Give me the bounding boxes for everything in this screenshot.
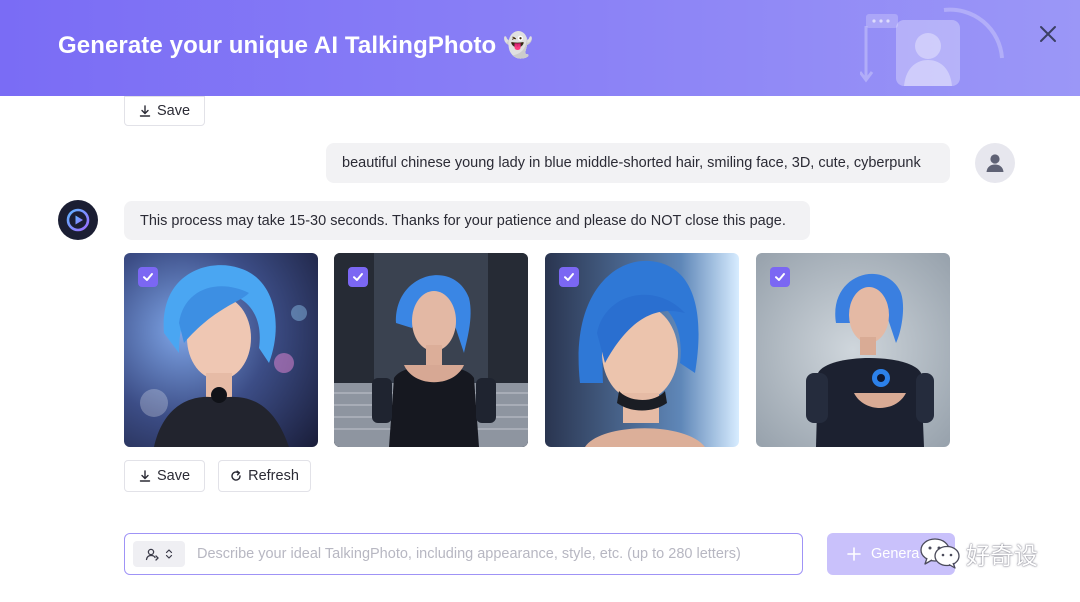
modal-title: Generate your unique AI TalkingPhoto 👻 bbox=[58, 32, 534, 59]
refresh-icon bbox=[231, 470, 241, 481]
selected-checkbox[interactable] bbox=[138, 267, 158, 287]
mode-selector[interactable] bbox=[133, 541, 185, 567]
plus-icon bbox=[847, 547, 861, 561]
save-button-previous[interactable]: Save bbox=[124, 96, 205, 126]
modal-header: Generate your unique AI TalkingPhoto 👻 bbox=[0, 0, 1080, 96]
download-icon bbox=[139, 470, 151, 482]
watermark-text: 好奇设 bbox=[966, 541, 1038, 570]
download-icon bbox=[139, 105, 151, 117]
generate-label: Genera bbox=[871, 546, 920, 562]
prompt-input[interactable] bbox=[197, 546, 787, 562]
save-button[interactable]: Save bbox=[124, 460, 205, 492]
selected-checkbox[interactable] bbox=[348, 267, 368, 287]
prompt-composer bbox=[124, 533, 803, 575]
user-avatar bbox=[975, 143, 1015, 183]
selected-checkbox[interactable] bbox=[770, 267, 790, 287]
wechat-icon bbox=[920, 538, 960, 569]
result-image-3[interactable] bbox=[545, 253, 739, 447]
user-prompt-text: beautiful chinese young lady in blue mid… bbox=[342, 155, 921, 171]
check-icon bbox=[564, 273, 574, 281]
user-icon bbox=[986, 154, 1004, 172]
save-label: Save bbox=[156, 468, 191, 484]
close-icon bbox=[1040, 26, 1056, 42]
refresh-label: Refresh bbox=[248, 468, 299, 484]
user-message-bubble: beautiful chinese young lady in blue mid… bbox=[326, 143, 950, 183]
result-image-4[interactable] bbox=[756, 253, 950, 447]
save-label: Save bbox=[156, 103, 191, 119]
bot-message-text: This process may take 15-30 seconds. Tha… bbox=[140, 212, 786, 229]
bot-message-bubble: This process may take 15-30 seconds. Tha… bbox=[124, 201, 810, 240]
face-scan-icon bbox=[145, 548, 159, 561]
result-image-2[interactable] bbox=[334, 253, 528, 447]
close-button[interactable] bbox=[1034, 20, 1062, 48]
chevron-up-down-icon bbox=[165, 549, 173, 559]
selected-checkbox[interactable] bbox=[559, 267, 579, 287]
talking-photo-illustration-icon bbox=[860, 7, 1004, 86]
check-icon bbox=[143, 273, 153, 281]
bot-avatar bbox=[58, 200, 98, 240]
refresh-button[interactable]: Refresh bbox=[218, 460, 311, 492]
play-logo-icon bbox=[66, 208, 90, 232]
result-image-1[interactable] bbox=[124, 253, 318, 447]
watermark: 好奇设 bbox=[918, 533, 1038, 573]
check-icon bbox=[353, 273, 363, 281]
check-icon bbox=[775, 273, 785, 281]
